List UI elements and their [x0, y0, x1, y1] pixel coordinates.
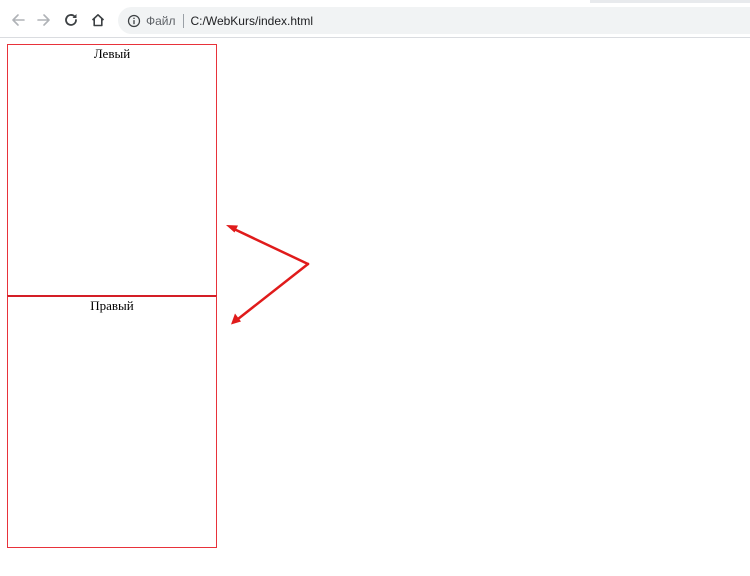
- omnibox-divider: [182, 13, 184, 28]
- forward-button[interactable]: [31, 7, 57, 33]
- reload-icon: [65, 14, 77, 26]
- info-icon[interactable]: [126, 13, 142, 29]
- reload-button[interactable]: [58, 7, 84, 33]
- right-block: Правый: [7, 295, 217, 548]
- scheme-label[interactable]: Файл: [146, 14, 176, 28]
- address-bar[interactable]: Файл C:/WebKurs/index.html: [118, 7, 750, 34]
- back-button[interactable]: [5, 7, 31, 33]
- page-viewport: Левый Правый: [0, 39, 750, 576]
- left-block-label: Левый: [93, 46, 131, 61]
- home-button[interactable]: [85, 7, 111, 33]
- url-text[interactable]: C:/WebKurs/index.html: [191, 14, 314, 28]
- arrow-right-icon: [37, 14, 50, 26]
- left-block: Левый: [7, 44, 217, 296]
- browser-toolbar: Файл C:/WebKurs/index.html: [0, 3, 750, 38]
- right-block-label: Правый: [90, 298, 134, 313]
- home-icon: [91, 14, 105, 27]
- arrow-left-icon: [12, 14, 25, 26]
